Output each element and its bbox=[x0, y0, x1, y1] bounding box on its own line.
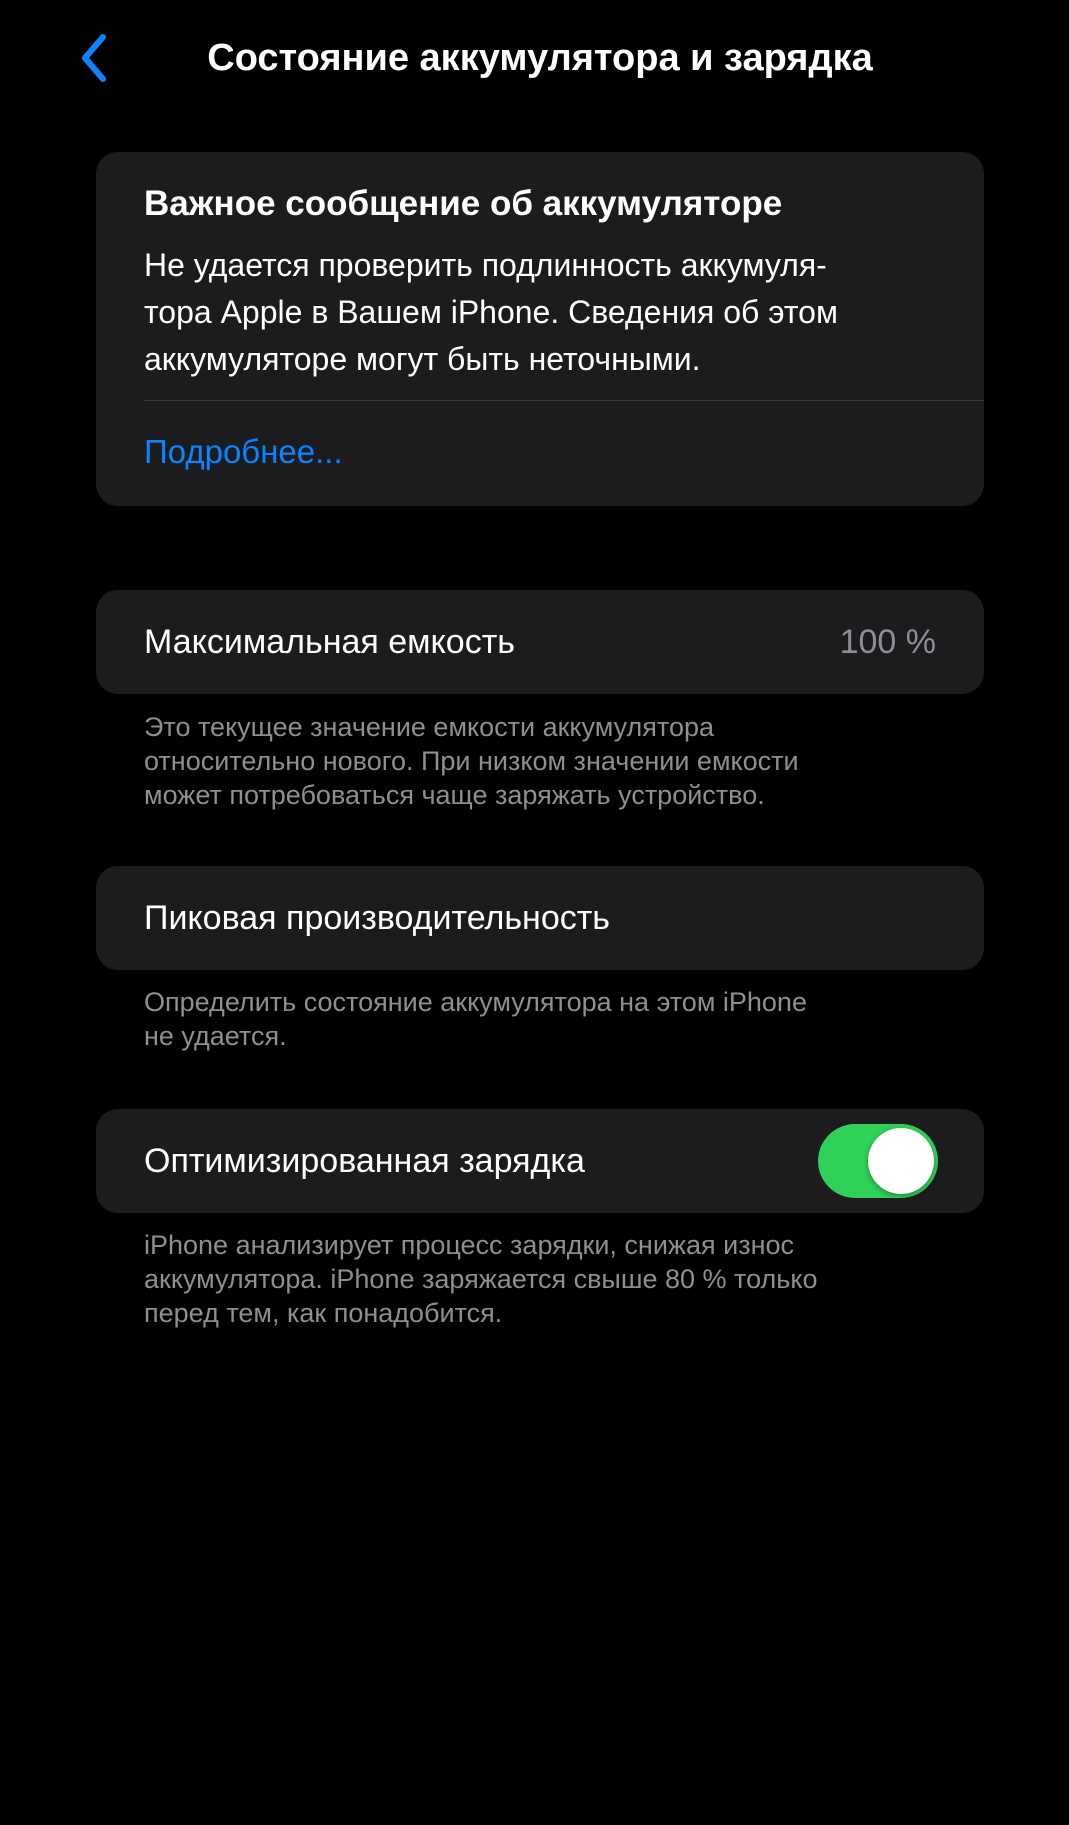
divider bbox=[144, 400, 984, 401]
max-capacity-label: Максимальная емкость bbox=[144, 623, 515, 661]
footnote-line: перед тем, как понадобится. bbox=[144, 1298, 503, 1328]
peak-performance-label: Пиковая производительность bbox=[144, 899, 611, 937]
optimized-charging-label: Оптимизированная зарядка bbox=[144, 1142, 585, 1180]
warning-message-line: аккумуляторе могут быть неточными. bbox=[144, 341, 701, 377]
max-capacity-row: Максимальная емкость 100 % bbox=[96, 590, 984, 694]
footnote-line: аккумулятора. iPhone заряжается свыше 80… bbox=[144, 1264, 818, 1294]
optimized-charging-toggle[interactable] bbox=[818, 1124, 938, 1198]
battery-warning-card: Важное сообщение об аккумуляторе Не удае… bbox=[96, 152, 984, 506]
footnote-line: не удается. bbox=[144, 1021, 287, 1051]
toggle-knob bbox=[868, 1128, 934, 1194]
max-capacity-value: 100 % bbox=[839, 623, 936, 661]
warning-message-line: Не удается проверить подлинность аккумул… bbox=[144, 247, 827, 283]
navigation-bar: Состояние аккумулятора и зарядка bbox=[0, 0, 1069, 120]
page-title: Состояние аккумулятора и зарядка bbox=[207, 37, 873, 79]
max-capacity-footnote: Это текущее значение емкости аккумулятор… bbox=[144, 710, 964, 812]
footnote-line: может потребоваться чаще заряжать устрой… bbox=[144, 780, 765, 810]
footnote-line: Это текущее значение емкости аккумулятор… bbox=[144, 712, 714, 742]
footnote-line: относительно нового. При низком значении… bbox=[144, 746, 799, 776]
warning-message-line: тора Apple в Вашем iPhone. Сведения об э… bbox=[144, 294, 838, 330]
warning-message: Не удается проверить подлинность аккумул… bbox=[144, 242, 944, 383]
optimized-charging-row: Оптимизированная зарядка bbox=[96, 1109, 984, 1213]
peak-performance-footnote: Определить состояние аккумулятора на это… bbox=[144, 985, 964, 1053]
warning-title: Важное сообщение об аккумуляторе bbox=[144, 184, 783, 223]
optimized-charging-footnote: iPhone анализирует процесс зарядки, сниж… bbox=[144, 1228, 964, 1330]
peak-performance-row: Пиковая производительность bbox=[96, 866, 984, 970]
footnote-line: Определить состояние аккумулятора на это… bbox=[144, 987, 807, 1017]
footnote-line: iPhone анализирует процесс зарядки, сниж… bbox=[144, 1230, 795, 1260]
learn-more-link[interactable]: Подробнее... bbox=[144, 428, 343, 476]
